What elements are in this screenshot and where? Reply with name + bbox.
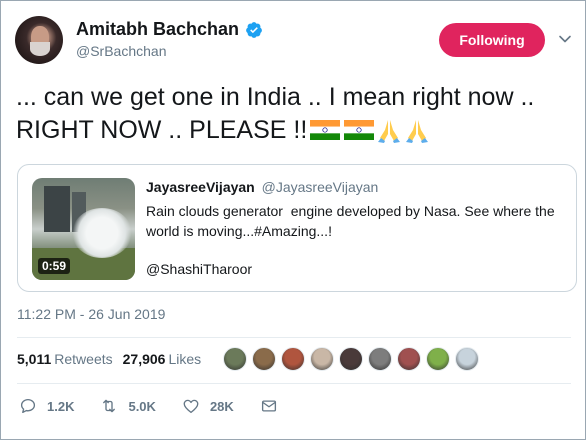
author-display-name[interactable]: Amitabh Bachchan	[76, 19, 239, 40]
like-button[interactable]: 28K	[182, 397, 234, 415]
avatar[interactable]	[15, 16, 63, 64]
quoted-tweet-mention[interactable]: @ShashiTharoor	[146, 261, 252, 277]
chevron-down-icon[interactable]	[557, 31, 573, 47]
tweet-text: ... can we get one in India .. I mean ri…	[16, 81, 576, 147]
liker-avatar[interactable]	[223, 347, 247, 371]
reply-icon	[20, 398, 36, 414]
quoted-video-thumbnail[interactable]: 0:59	[32, 178, 135, 280]
folded-hands-icon	[406, 120, 429, 143]
video-duration-badge: 0:59	[38, 258, 71, 274]
likes-label[interactable]: Likes	[168, 351, 201, 367]
quoted-author-handle[interactable]: @JayasreeVijayan	[262, 179, 379, 195]
liker-avatars	[223, 347, 484, 371]
quoted-author: JayasreeVijayan @JayasreeVijayan	[146, 179, 378, 195]
divider	[17, 383, 571, 384]
retweets-count[interactable]: 5,011	[17, 351, 51, 367]
retweet-icon	[103, 399, 116, 413]
india-flag-icon	[310, 120, 341, 140]
direct-message-button[interactable]	[260, 397, 288, 415]
liker-avatar[interactable]	[310, 347, 334, 371]
author-name-row: Amitabh Bachchan	[76, 19, 263, 40]
tweet-card: Amitabh Bachchan @SrBachchan Following .…	[0, 0, 586, 440]
reply-count: 1.2K	[47, 398, 75, 414]
divider	[17, 337, 571, 338]
thumbnail-tower	[44, 186, 70, 232]
verified-badge-icon	[246, 21, 262, 38]
liker-avatar[interactable]	[397, 347, 421, 371]
tweet-timestamp[interactable]: 11:22 PM - 26 Jun 2019	[17, 306, 165, 322]
engagement-stats: 5,011 Retweets 27,906 Likes	[17, 351, 211, 367]
liker-avatar[interactable]	[455, 347, 479, 371]
quoted-tweet[interactable]: 0:59 JayasreeVijayan @JayasreeVijayan Ra…	[17, 164, 577, 292]
folded-hands-icon	[378, 120, 401, 143]
like-count: 28K	[209, 398, 234, 414]
following-button[interactable]: Following	[439, 23, 545, 57]
author-handle[interactable]: @SrBachchan	[76, 43, 166, 59]
tweet-actions: 1.2K 5.0K 28K	[19, 397, 314, 415]
retweets-label[interactable]: Retweets	[54, 351, 112, 367]
quoted-author-name[interactable]: JayasreeVijayan	[146, 179, 255, 195]
liker-avatar[interactable]	[426, 347, 450, 371]
retweet-count: 5.0K	[128, 398, 156, 414]
liker-avatar[interactable]	[252, 347, 276, 371]
thumbnail-cloud-plume	[72, 208, 132, 258]
liker-avatar[interactable]	[368, 347, 392, 371]
tweet-body: ... can we get one in India .. I mean ri…	[16, 83, 535, 144]
envelope-icon	[261, 400, 276, 412]
india-flag-icon	[344, 120, 375, 140]
quoted-tweet-text: Rain clouds generator engine developed b…	[146, 203, 559, 239]
reply-button[interactable]: 1.2K	[19, 397, 74, 415]
likes-count[interactable]: 27,906	[123, 351, 166, 367]
liker-avatar[interactable]	[281, 347, 305, 371]
retweet-button[interactable]: 5.0K	[100, 397, 156, 415]
heart-icon	[183, 399, 199, 414]
liker-avatar[interactable]	[339, 347, 363, 371]
avatar-beard	[30, 42, 50, 56]
